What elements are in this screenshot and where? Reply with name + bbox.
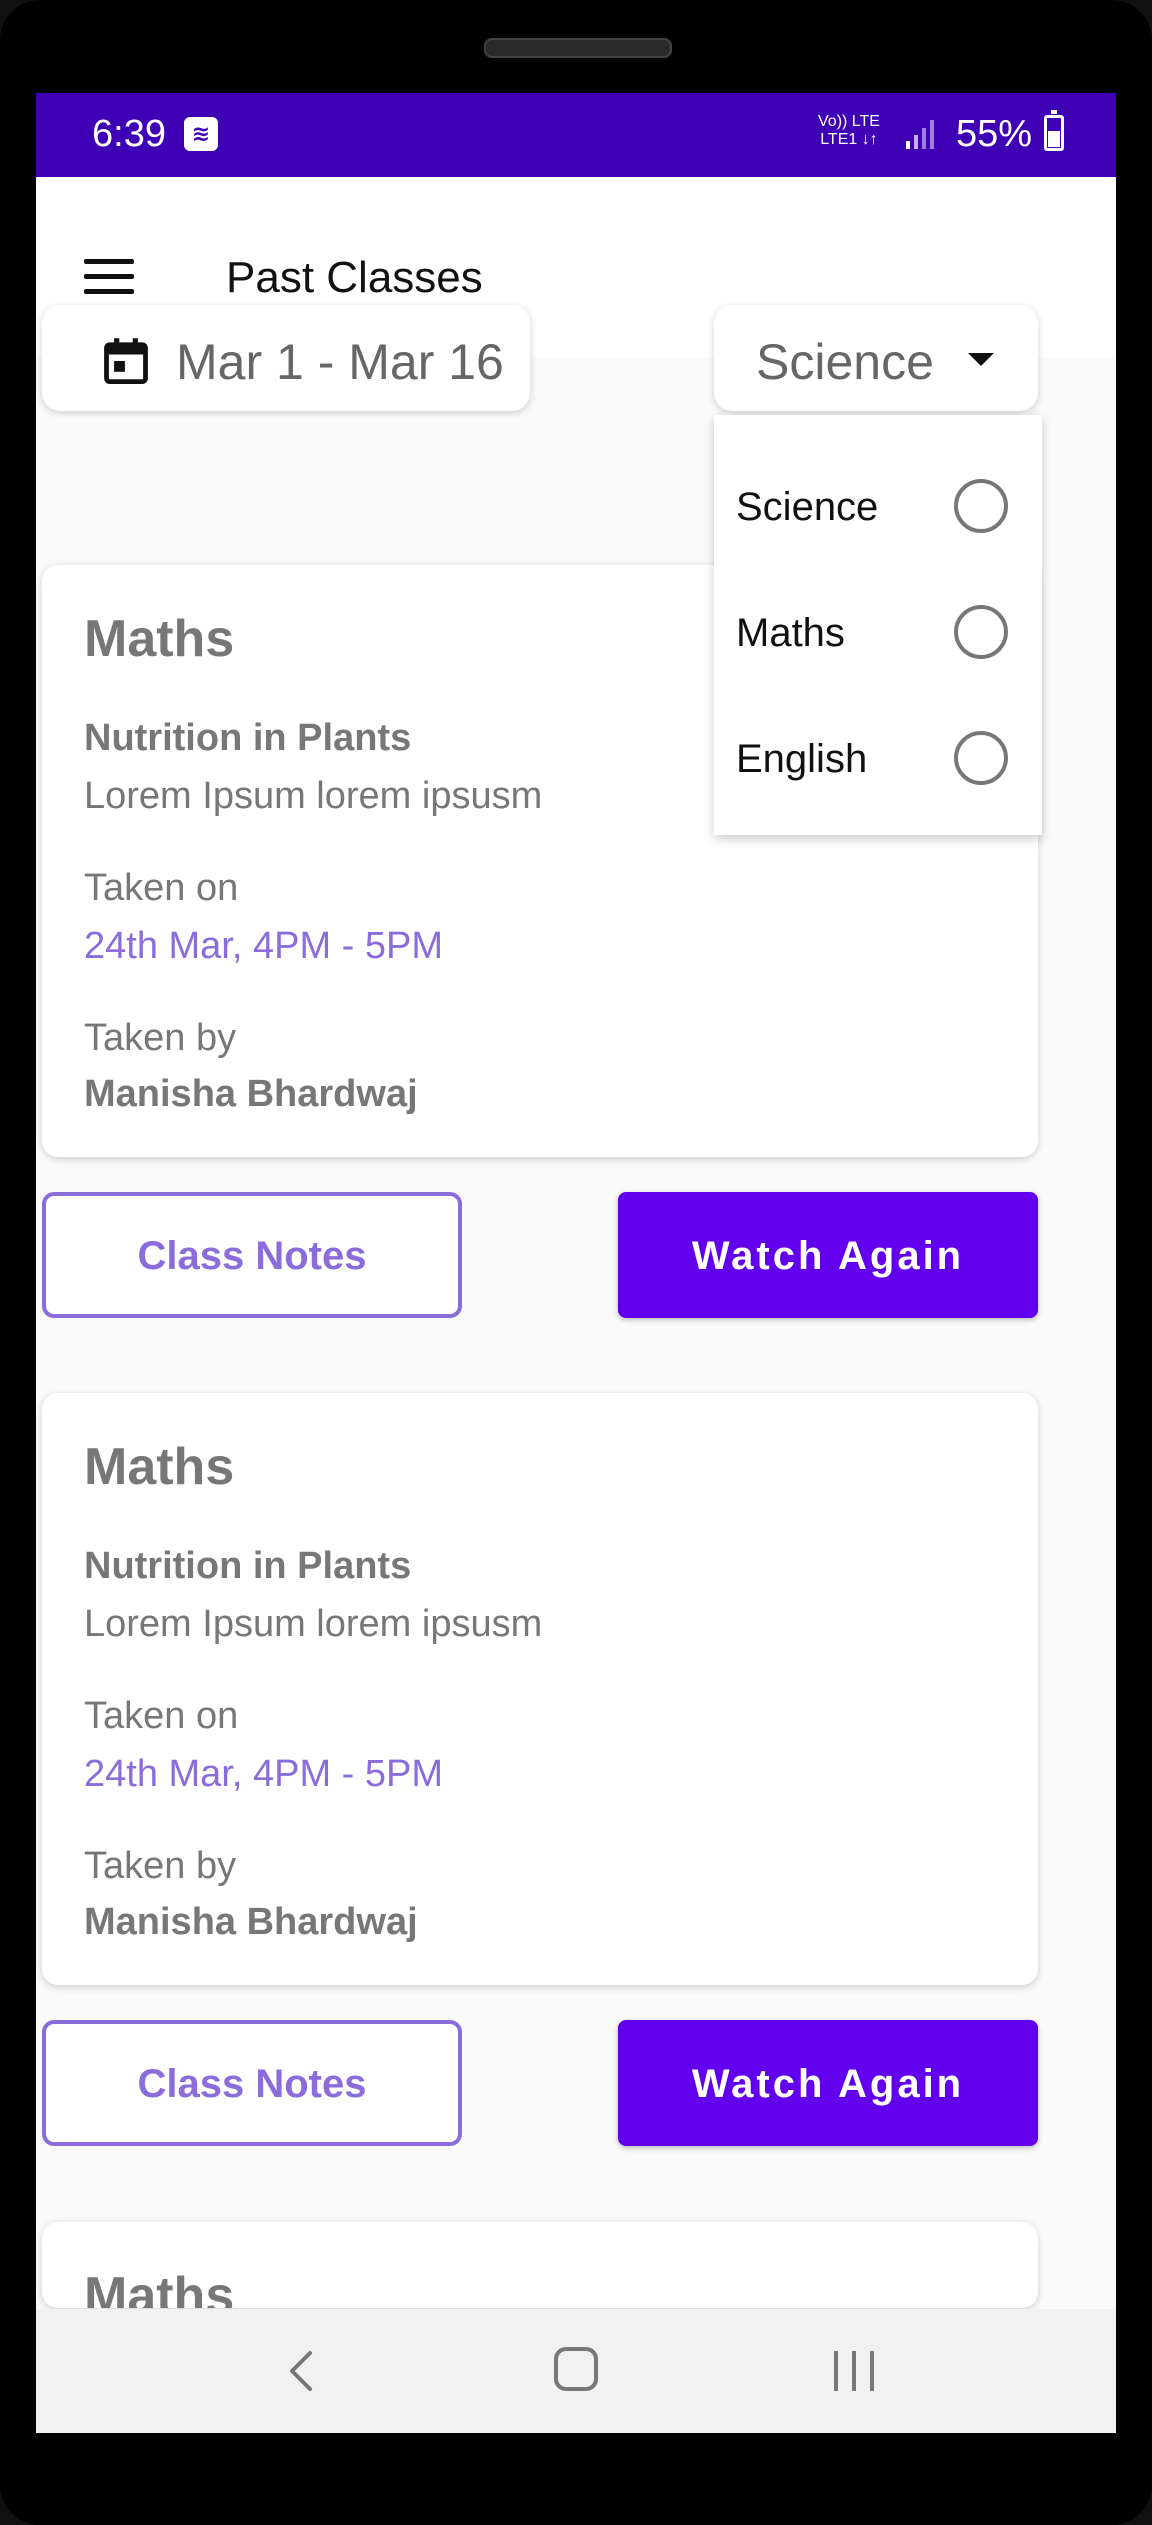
taken-by-label: Taken by <box>84 1017 237 1059</box>
network-top-label: Vo)) LTE <box>818 113 880 130</box>
card-description: Lorem Ipsum lorem ipsusm <box>84 1603 543 1645</box>
phone-frame: 6:39 ≋ Vo)) LTE LTE1 ↓↑ 55% Past Classes <box>0 0 1152 2525</box>
card-topic: Nutrition in Plants <box>84 717 412 759</box>
dropdown-option-science[interactable]: Science <box>714 443 1042 569</box>
class-card: Maths Nutrition in Plants Lorem Ipsum lo… <box>42 1393 1038 1985</box>
dropdown-option-label: Maths <box>736 611 845 655</box>
battery-charging-icon <box>1044 110 1064 151</box>
card-subject: Maths <box>84 2267 235 2308</box>
taken-by-value: Manisha Bhardwaj <box>84 1901 418 1943</box>
taken-on-value: 24th Mar, 4PM - 5PM <box>84 1753 444 1795</box>
subject-select-value: Science <box>756 334 934 390</box>
class-card: Maths <box>42 2222 1038 2308</box>
caret-down-icon <box>968 353 994 366</box>
taken-by-label: Taken by <box>84 1845 237 1887</box>
dropdown-option-english[interactable]: English <box>714 695 1042 821</box>
wifi-calling-icon: ≋ <box>184 117 218 151</box>
status-time: 6:39 <box>92 113 166 155</box>
radio-unchecked-icon[interactable] <box>954 479 1008 533</box>
watch-again-button[interactable]: Watch Again <box>618 2020 1038 2146</box>
card-subject: Maths <box>84 1438 235 1496</box>
signal-icon <box>906 120 934 149</box>
battery-percent: 55% <box>956 113 1033 155</box>
network-bottom-label: LTE1 ↓↑ <box>820 131 878 148</box>
page-title: Past Classes <box>226 253 483 302</box>
system-nav-bar <box>36 2309 1116 2433</box>
status-bar: 6:39 ≋ Vo)) LTE LTE1 ↓↑ 55% <box>36 93 1116 177</box>
date-range-filter[interactable]: Mar 1 - Mar 16 <box>42 305 530 411</box>
taken-by-value: Manisha Bhardwaj <box>84 1073 418 1115</box>
taken-on-label: Taken on <box>84 867 239 909</box>
dropdown-option-maths[interactable]: Maths <box>714 569 1042 695</box>
network-type-icon: Vo)) LTE LTE1 ↓↑ <box>818 113 880 149</box>
hamburger-menu-icon[interactable] <box>84 259 134 295</box>
taken-on-value: 24th Mar, 4PM - 5PM <box>84 925 444 967</box>
recent-apps-icon[interactable] <box>828 2345 880 2397</box>
card-subject: Maths <box>84 610 235 668</box>
class-notes-button[interactable]: Class Notes <box>42 1192 462 1318</box>
card-description: Lorem Ipsum lorem ipsusm <box>84 775 543 817</box>
subject-select[interactable]: Science <box>714 305 1038 411</box>
card-topic: Nutrition in Plants <box>84 1545 412 1587</box>
dropdown-option-label: Science <box>736 485 879 529</box>
radio-unchecked-icon[interactable] <box>954 605 1008 659</box>
subject-dropdown-menu: Science Maths English <box>714 415 1042 835</box>
watch-again-button[interactable]: Watch Again <box>618 1192 1038 1318</box>
taken-on-label: Taken on <box>84 1695 239 1737</box>
date-range-text: Mar 1 - Mar 16 <box>176 334 504 390</box>
dropdown-option-label: English <box>736 737 868 781</box>
class-notes-button[interactable]: Class Notes <box>42 2020 462 2146</box>
back-icon[interactable] <box>272 2341 332 2401</box>
radio-unchecked-icon[interactable] <box>954 731 1008 785</box>
speaker-grille <box>484 38 672 58</box>
calendar-icon <box>104 338 148 384</box>
home-icon[interactable] <box>552 2345 600 2393</box>
